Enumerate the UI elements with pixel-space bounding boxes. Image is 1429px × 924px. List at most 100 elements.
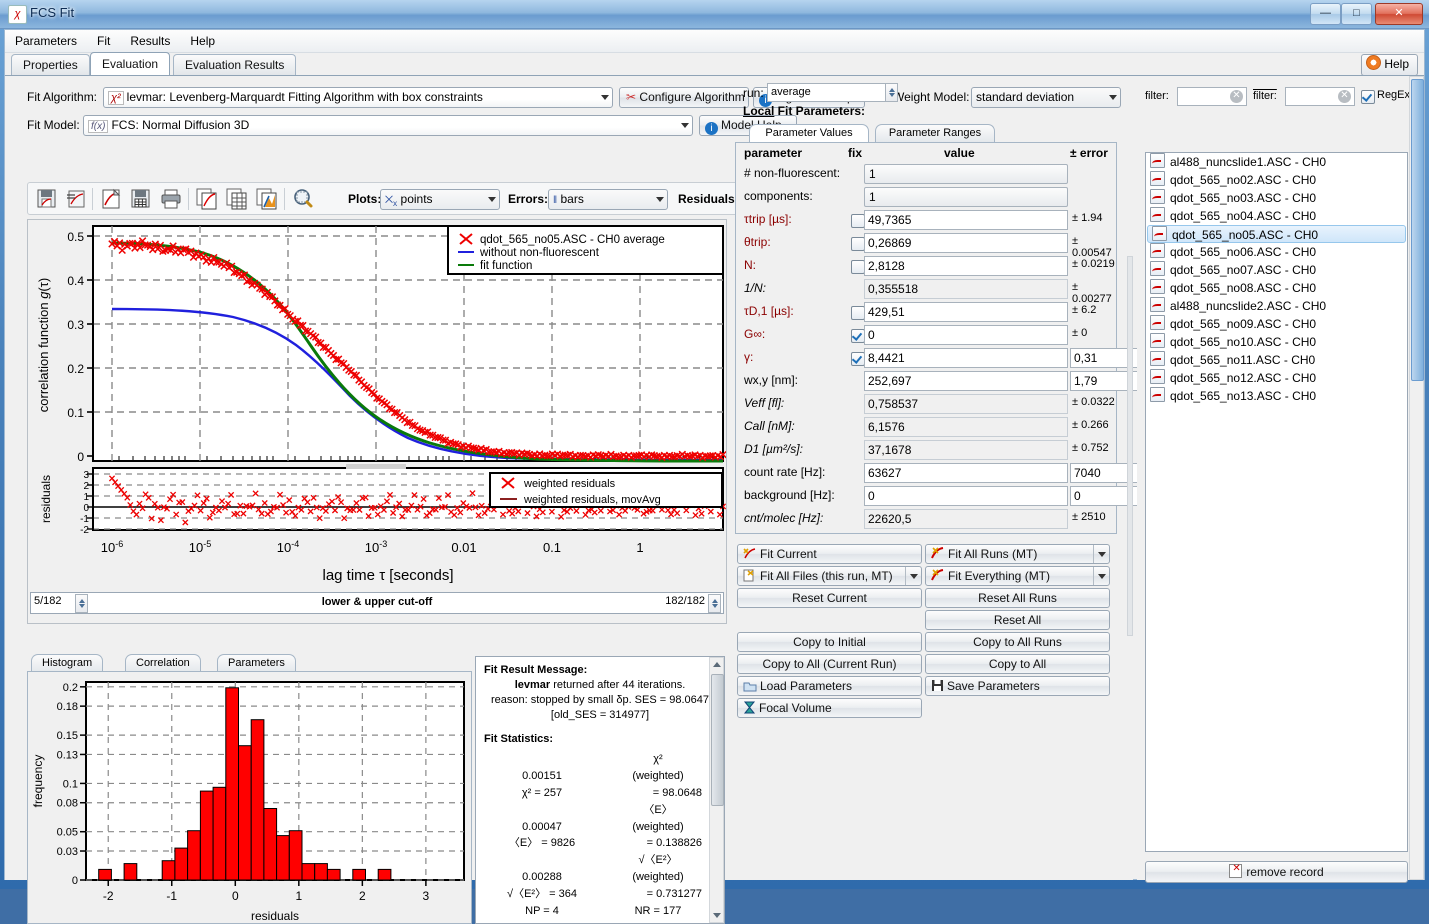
copy-matlab-icon[interactable]: [254, 186, 280, 212]
reset-current-button[interactable]: Reset Current: [737, 588, 922, 608]
parameter-value-input[interactable]: 8,4421: [864, 348, 1068, 368]
message-scrollbar-thumb[interactable]: [711, 674, 724, 806]
record-list-item[interactable]: qdot_565_no09.ASC - CH0: [1146, 315, 1407, 333]
record-list-item[interactable]: qdot_565_no13.ASC - CH0: [1146, 387, 1407, 405]
weight-model-combo[interactable]: standard deviation: [971, 87, 1121, 108]
parameter-value-input[interactable]: 429,51: [864, 302, 1068, 322]
menu-results[interactable]: Results: [120, 30, 180, 51]
parameter-combo[interactable]: 1: [864, 187, 1068, 207]
parameter-fix-checkbox[interactable]: [851, 214, 865, 228]
close-button[interactable]: ✕: [1375, 3, 1423, 25]
residuals-histogram[interactable]: 0 0.03 0.05 0.08 0.1 0.13 0.15 0.18 0.2 -2 -1 0 1 2 3 r…: [28, 672, 471, 923]
record-list-item[interactable]: qdot_565_no06.ASC - CH0: [1146, 243, 1407, 261]
copy-to-initial-button[interactable]: Copy to Initial: [737, 632, 922, 652]
parameter-fix-checkbox[interactable]: [851, 329, 865, 343]
fit-everything-mt-button[interactable]: Fit Everything (MT): [925, 566, 1110, 586]
save-parameters-button[interactable]: Save Parameters: [925, 676, 1110, 696]
svg-text:0.4: 0.4: [67, 274, 84, 288]
save-plot-icon[interactable]: [98, 186, 124, 212]
record-list[interactable]: al488_nuncslide1.ASC - CH0 qdot_565_no02.…: [1145, 152, 1408, 852]
parameter-combo[interactable]: 1: [864, 164, 1068, 184]
cutoff-upper-spinner[interactable]: [708, 594, 721, 613]
fit-current-button[interactable]: Fit Current: [737, 544, 922, 564]
record-list-item[interactable]: qdot_565_no11.ASC - CH0: [1146, 351, 1407, 369]
menu-fit[interactable]: Fit: [87, 30, 120, 51]
parameter-fix-checkbox[interactable]: [851, 260, 865, 274]
record-list-item[interactable]: qdot_565_no10.ASC - CH0: [1146, 333, 1407, 351]
record-list-item[interactable]: qdot_565_no07.ASC - CH0: [1146, 261, 1407, 279]
parameter-value-input[interactable]: 49,7365: [864, 210, 1068, 230]
record-list-item[interactable]: al488_nuncslide2.ASC - CH0: [1146, 297, 1407, 315]
parameter-value-input[interactable]: 252,697: [864, 371, 1068, 391]
run-spinner[interactable]: [885, 83, 898, 102]
chevron-down-icon[interactable]: [1093, 567, 1109, 585]
parameter-value-input[interactable]: 0: [864, 325, 1068, 345]
filter2-clear-icon[interactable]: ✕: [1338, 90, 1351, 103]
save-data-icon[interactable]: [34, 186, 60, 212]
tab-parameter-ranges[interactable]: Parameter Ranges: [875, 124, 995, 142]
tab-evaluation-results[interactable]: Evaluation Results: [173, 54, 297, 75]
parameter-fix-checkbox[interactable]: [851, 352, 865, 366]
errors-combo[interactable]: ‖ bars: [548, 189, 668, 210]
record-list-item[interactable]: qdot_565_no02.ASC - CH0: [1146, 171, 1407, 189]
load-parameters-button[interactable]: Load Parameters: [737, 676, 922, 696]
page-scrollbar[interactable]: [1409, 76, 1424, 880]
message-scrollbar[interactable]: [709, 657, 724, 923]
tab-evaluation[interactable]: Evaluation: [90, 52, 171, 75]
copy-table-icon[interactable]: [224, 186, 250, 212]
copy-to-all-button[interactable]: Copy to All: [925, 654, 1110, 674]
menu-help[interactable]: Help: [180, 30, 225, 51]
pane-splitter[interactable]: [1127, 256, 1133, 636]
save-plot-data-icon[interactable]: [64, 186, 90, 212]
copy-to-all-current-run-button[interactable]: Copy to All (Current Run): [737, 654, 922, 674]
tab-parameter-values[interactable]: Parameter Values: [749, 124, 869, 142]
record-list-item[interactable]: al488_nuncslide1.ASC - CH0: [1146, 153, 1407, 171]
record-list-item[interactable]: qdot_565_no05.ASC - CH0: [1147, 225, 1406, 243]
run-value[interactable]: average: [767, 83, 887, 102]
parameter-value-input[interactable]: 0,26869: [864, 233, 1068, 253]
record-list-item[interactable]: qdot_565_no12.ASC - CH0: [1146, 369, 1407, 387]
maximize-button[interactable]: □: [1341, 3, 1372, 25]
correlation-and-residual-plot[interactable]: 0.50.4 0.30.2 0.10 qdot_565_no05.ASC - C…: [28, 220, 726, 623]
filter1-clear-icon[interactable]: ✕: [1230, 90, 1243, 103]
remove-record-button[interactable]: ✕ remove record: [1145, 861, 1408, 883]
fit-algorithm-combo[interactable]: χ² levmar: Levenberg-Marquardt Fitting Al…: [103, 87, 613, 108]
fit-all-files-this-run-mt-button[interactable]: Fit All Files (this run, MT): [737, 566, 922, 586]
tab-parameters[interactable]: Parameters: [217, 654, 296, 672]
record-list-item[interactable]: qdot_565_no03.ASC - CH0: [1146, 189, 1407, 207]
scroll-down-arrow[interactable]: [713, 913, 721, 918]
save-table-icon[interactable]: [128, 186, 154, 212]
zoom-icon[interactable]: [290, 186, 316, 212]
copy-plot-icon[interactable]: [194, 186, 220, 212]
cutoff-upper-value[interactable]: 182/182: [665, 595, 705, 607]
plots-combo[interactable]: ⨉x points: [380, 189, 500, 210]
parameter-value-input[interactable]: 63627: [864, 463, 1068, 483]
tab-correlation[interactable]: Correlation: [125, 654, 201, 672]
parameter-fix-checkbox[interactable]: [851, 306, 865, 320]
chevron-down-icon[interactable]: [905, 567, 921, 585]
copy-to-all-runs-button[interactable]: Copy to All Runs: [925, 632, 1110, 652]
fit-result-message-panel[interactable]: Fit Result Message: levmar returned afte…: [475, 656, 725, 924]
record-list-item[interactable]: qdot_565_no08.ASC - CH0: [1146, 279, 1407, 297]
chevron-down-icon[interactable]: [1093, 545, 1109, 563]
tab-histogram[interactable]: Histogram: [31, 654, 104, 672]
configure-algorithm-button[interactable]: ✂ Configure Algorithm: [619, 87, 749, 108]
parameter-fix-checkbox[interactable]: [851, 237, 865, 251]
histogram-plot-container[interactable]: 0 0.03 0.05 0.08 0.1 0.13 0.15 0.18 0.2 -2 -1 0 1 2 3 r…: [27, 671, 472, 924]
focal-volume-button[interactable]: Focal Volume: [737, 698, 922, 718]
regexp-checkbox[interactable]: [1361, 90, 1375, 104]
fit-all-runs-mt-button[interactable]: Fit All Runs (MT): [925, 544, 1110, 564]
help-button[interactable]: Help: [1361, 54, 1418, 76]
tab-properties[interactable]: Properties: [11, 54, 90, 75]
minimize-button[interactable]: —: [1310, 3, 1341, 25]
reset-all-button[interactable]: Reset All: [925, 610, 1110, 630]
parameter-value-input[interactable]: 0: [864, 486, 1068, 506]
reset-all-runs-button[interactable]: Reset All Runs: [925, 588, 1110, 608]
menu-parameters[interactable]: Parameters: [5, 30, 87, 51]
scroll-up-arrow[interactable]: [713, 662, 721, 667]
fit-model-combo[interactable]: f(x) FCS: Normal Diffusion 3D: [83, 115, 693, 136]
record-list-item[interactable]: qdot_565_no04.ASC - CH0: [1146, 207, 1407, 225]
parameter-value-input[interactable]: 2,8128: [864, 256, 1068, 276]
page-scrollbar-thumb[interactable]: [1411, 79, 1424, 381]
print-icon[interactable]: [158, 186, 184, 212]
